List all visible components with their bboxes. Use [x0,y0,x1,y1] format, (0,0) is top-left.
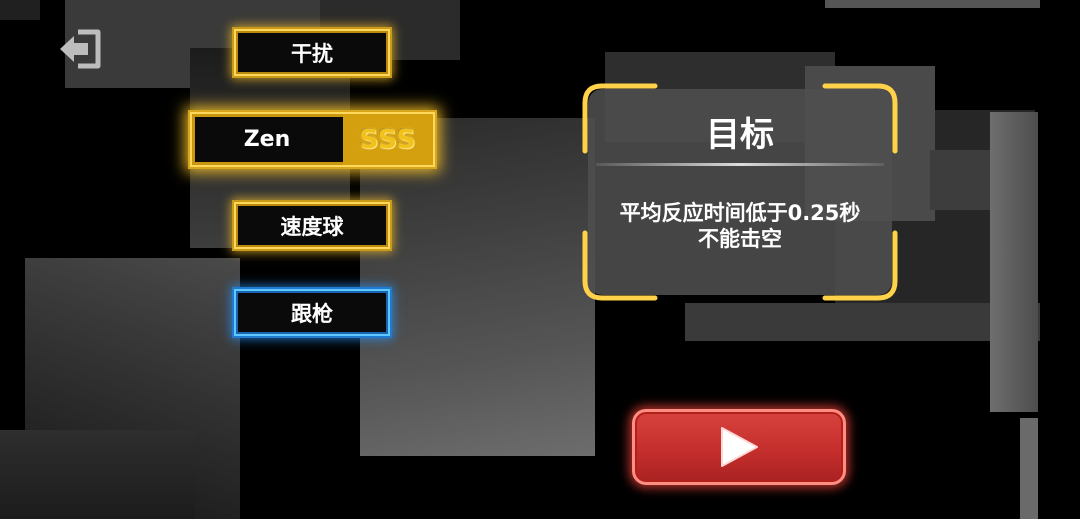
background-block [685,303,1040,341]
background-block [930,150,990,210]
background-block [1020,418,1038,519]
exit-door-arrow-icon [60,29,101,69]
background-block [0,430,195,519]
mode-button-tracking[interactable]: 跟枪 [234,289,390,336]
rank-text: SSS [359,124,417,155]
background-block [360,118,595,456]
background-block [825,0,1040,8]
mode-button-zen[interactable]: Zen SSS [190,112,435,167]
goal-condition-no-miss: 不能击空 [698,227,782,251]
mode-label: Zen [243,127,291,152]
goal-title: 目标 [706,115,774,155]
mode-button-speed-ball[interactable]: 速度球 [234,202,390,249]
mode-label: 干扰 [291,41,333,66]
mode-label: 跟枪 [291,301,333,326]
back-button[interactable] [58,28,104,70]
play-button[interactable] [632,409,846,485]
mode-button-interference[interactable]: 干扰 [234,29,390,76]
goal-divider [596,163,884,166]
mode-label: 速度球 [280,214,344,239]
goal-panel: 目标 平均反应时间低于0.25秒 不能击空 [582,83,898,301]
background-block [990,112,1038,412]
background-block [0,0,40,20]
rank-badge: SSS [343,114,433,165]
play-triangle-icon [721,427,758,467]
